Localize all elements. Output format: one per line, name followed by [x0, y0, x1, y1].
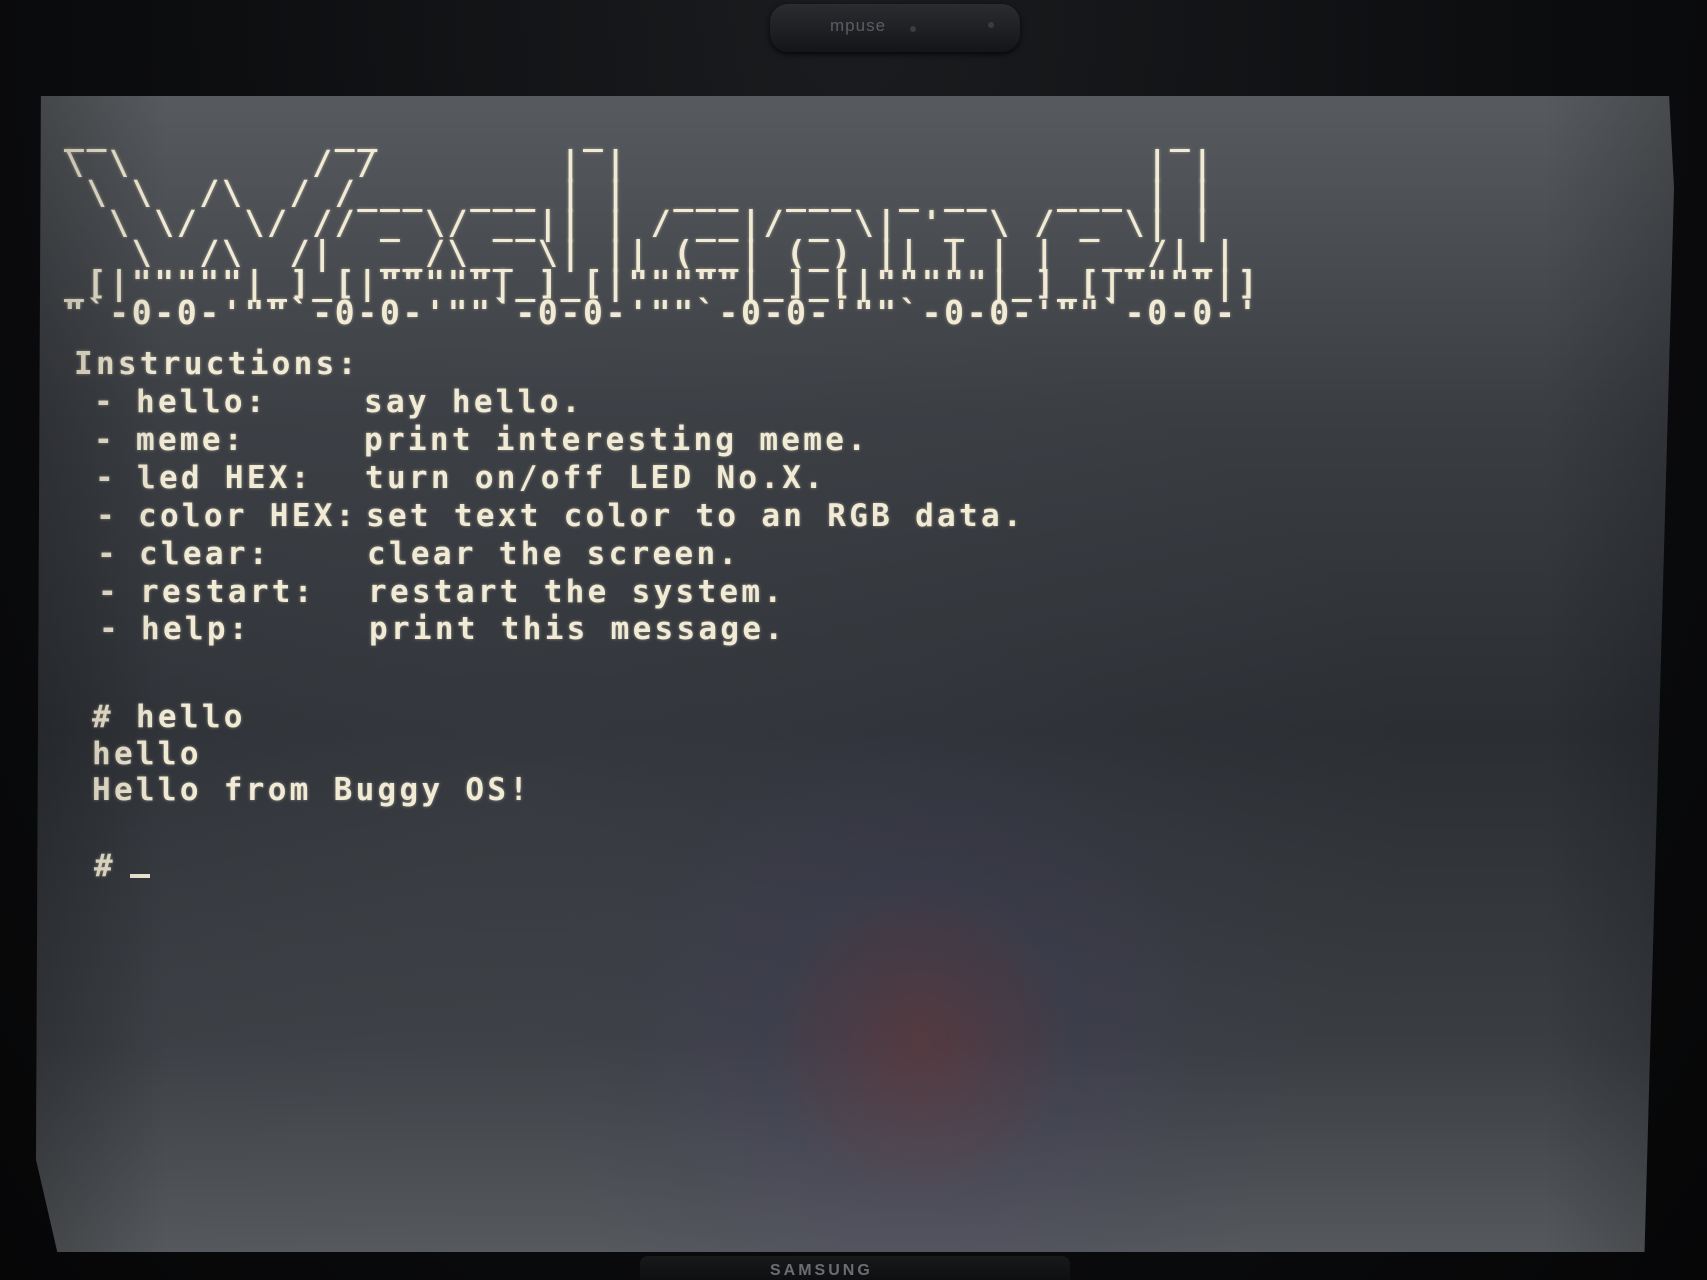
history-line: Hello from Buggy OS! [92, 772, 532, 808]
text-cursor [129, 874, 150, 878]
instruction-command: color HEX: [138, 498, 358, 534]
instructions-heading: Instructions: [74, 346, 360, 382]
instruction-command: clear: [139, 536, 271, 572]
crt-screen: __ __ _ _ \ \ / / | | | | \ \ /\ / /___ … [36, 96, 1674, 1252]
history-line: hello [92, 736, 202, 772]
instruction-description: restart the system. [368, 574, 786, 610]
instruction-description: print interesting meme. [364, 422, 870, 458]
instruction-dash: - [98, 574, 120, 610]
instruction-dash: - [94, 422, 116, 458]
instruction-dash: - [95, 460, 117, 496]
webcam-brand-label: mpuse [830, 16, 887, 35]
command-prompt[interactable]: # [94, 848, 150, 884]
instruction-command: restart: [140, 574, 316, 610]
instruction-description: turn on/off LED No.X. [365, 460, 827, 496]
instruction-dash: - [94, 384, 116, 420]
instruction-dash: - [96, 498, 118, 534]
monitor-brand-label: SAMSUNG [770, 1262, 873, 1279]
welcome-ascii-banner: __ __ _ _ \ \ / / | | | | \ \ /\ / /___ … [64, 116, 1260, 329]
instruction-command: led HEX: [137, 460, 313, 496]
webcam-indicator-icon [910, 26, 916, 32]
instruction-dash: - [97, 536, 119, 572]
webcam: mpuse [770, 4, 1020, 52]
instruction-description: clear the screen. [367, 536, 741, 572]
instruction-command: hello: [136, 384, 268, 420]
instruction-description: say hello. [364, 384, 584, 420]
monitor: mpuse __ __ _ _ \ \ / / | | | | \ \ /\ /… [0, 0, 1707, 1280]
terminal[interactable]: __ __ _ _ \ \ / / | | | | \ \ /\ / /___ … [36, 96, 1674, 1252]
instruction-command: help: [141, 611, 251, 647]
instruction-command: meme: [136, 422, 246, 458]
banner-line: "`-0-0-'""`-0-0-'""`-0-0-'""`-0-0-'""`-0… [64, 293, 1261, 332]
prompt-symbol: # [94, 848, 116, 884]
webcam-sensor-icon [988, 22, 994, 28]
instruction-dash: - [99, 611, 121, 647]
instruction-description: print this message. [369, 611, 787, 647]
instruction-description: set text color to an RGB data. [366, 498, 1025, 534]
history-line: # hello [92, 699, 246, 735]
